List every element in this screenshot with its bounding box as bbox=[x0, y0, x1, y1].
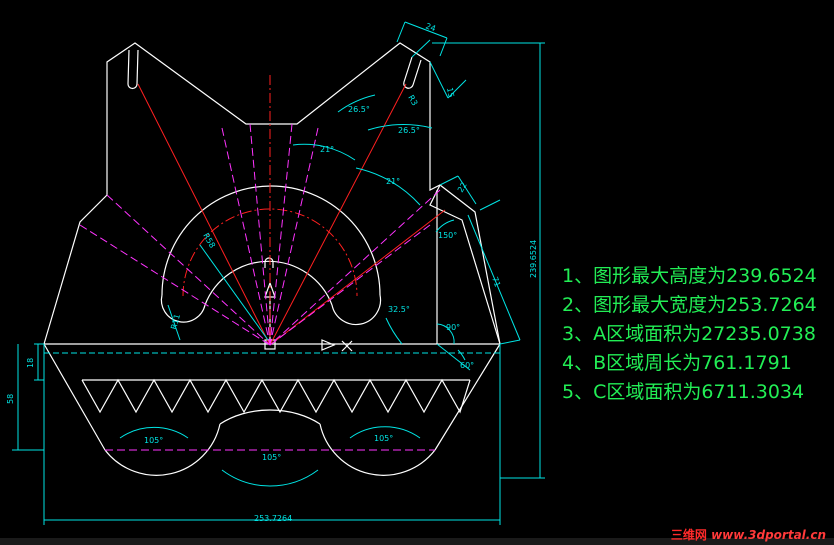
dim-angle-105-right: 105° bbox=[374, 434, 393, 443]
dim-angle-150: 150° bbox=[438, 231, 457, 240]
dim-side-length: 71 bbox=[490, 276, 502, 289]
centerline-right-slot bbox=[269, 83, 407, 346]
dim-18: 18 bbox=[26, 358, 35, 368]
arch-inner bbox=[204, 260, 333, 306]
centerline-left-slot bbox=[137, 83, 271, 346]
teeth-zigzag bbox=[81, 378, 471, 414]
arch-notch bbox=[264, 257, 274, 268]
construction-lines bbox=[79, 123, 441, 451]
dim-angle-right-slot: 26.5° bbox=[398, 126, 420, 135]
dim-slot-radius: R3 bbox=[406, 94, 419, 108]
dim-slot-depth: 15 bbox=[445, 87, 456, 99]
ucs-x-mark bbox=[341, 340, 353, 352]
note-line: 4、B区域周长为761.1791 bbox=[562, 352, 792, 374]
right-slot bbox=[403, 56, 422, 89]
right-arm bbox=[429, 184, 501, 345]
note-line: 3、A区域面积为27235.0738 bbox=[562, 323, 816, 345]
dim-angle-60: 60° bbox=[460, 361, 474, 370]
dim-overall-width: 253.7264 bbox=[254, 514, 292, 523]
note-line: 2、图形最大宽度为253.7264 bbox=[562, 294, 817, 316]
watermark: 三维网 www.3dportal.cn bbox=[671, 526, 826, 543]
dim-angle-21-right: 21° bbox=[386, 177, 400, 186]
note-line: 5、C区域面积为6711.3034 bbox=[562, 381, 805, 403]
dim-overall-height: 239.6524 bbox=[529, 240, 538, 278]
arch-right-end bbox=[331, 294, 382, 326]
upper-body-outline bbox=[43, 42, 501, 345]
notes-panel: 1、图形最大高度为239.6524 2、图形最大宽度为253.7264 3、A区… bbox=[562, 262, 817, 407]
dim-58: 58 bbox=[6, 394, 15, 404]
part-outline bbox=[43, 42, 501, 476]
lower-center-arc bbox=[219, 409, 321, 425]
ucs-x-arrow bbox=[321, 339, 336, 351]
dim-top-width: 24 bbox=[424, 21, 437, 33]
dim-angle-105-left: 105° bbox=[144, 436, 163, 445]
arch-left-end bbox=[160, 294, 206, 323]
left-slot bbox=[127, 49, 139, 90]
arch-outer bbox=[161, 185, 381, 296]
dim-radius-r58: R58 bbox=[201, 232, 217, 250]
watermark-url: www.3dportal.cn bbox=[711, 528, 826, 542]
dim-angle-left-slot: 26.5° bbox=[348, 105, 370, 114]
dim-angle-90: 90° bbox=[446, 323, 460, 332]
note-line: 1、图形最大高度为239.6524 bbox=[562, 265, 817, 287]
dim-angle-32-5: 32.5° bbox=[388, 305, 410, 314]
dim-right-small-width: 22 bbox=[456, 181, 469, 194]
dim-angle-21-left: 21° bbox=[320, 145, 334, 154]
dimension-texts: 24 15 R3 26.5° 26.5° 21° 21° 22 150° 71 … bbox=[6, 21, 538, 523]
watermark-cn: 三维网 bbox=[670, 528, 707, 542]
dim-angle-105-bottom: 105° bbox=[262, 453, 281, 462]
